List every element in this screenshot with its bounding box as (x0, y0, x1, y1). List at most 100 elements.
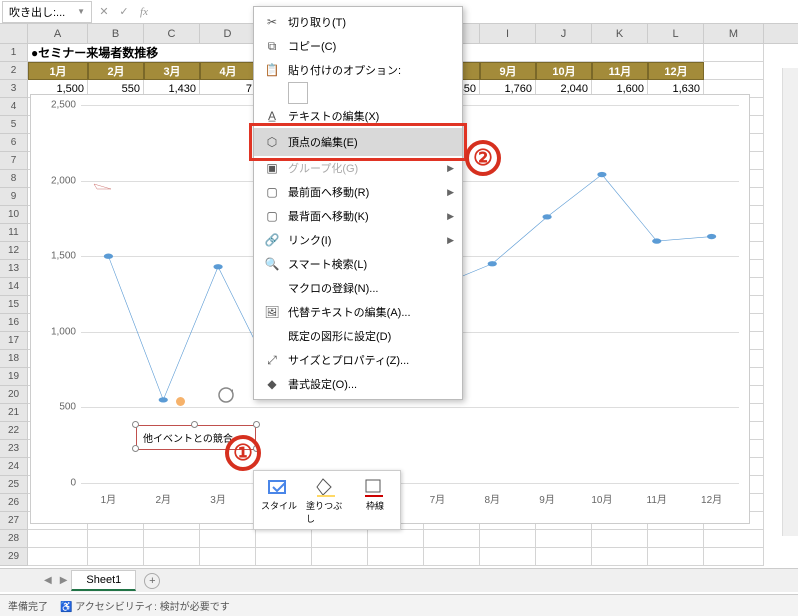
cell[interactable] (480, 548, 536, 566)
row-header[interactable]: 26 (0, 494, 28, 512)
col-M[interactable]: M (704, 24, 764, 43)
row-header[interactable]: 14 (0, 278, 28, 296)
month-header[interactable]: 1月 (28, 62, 88, 80)
cell[interactable] (256, 530, 312, 548)
cell[interactable] (424, 530, 480, 548)
col-D[interactable]: D (200, 24, 256, 43)
cell[interactable] (88, 548, 144, 566)
cell[interactable] (536, 548, 592, 566)
cell[interactable] (648, 548, 704, 566)
cell[interactable] (368, 548, 424, 566)
vertical-scrollbar[interactable] (782, 68, 798, 536)
ctx-bring-front[interactable]: ▢最前面へ移動(R)▶ (254, 180, 462, 204)
month-header[interactable]: 2月 (88, 62, 144, 80)
row-header[interactable]: 4 (0, 98, 28, 116)
cell[interactable] (88, 530, 144, 548)
month-header[interactable]: 4月 (200, 62, 256, 80)
mini-outline[interactable]: 枠線 (354, 475, 396, 525)
rotate-handle[interactable] (216, 385, 236, 405)
row-header[interactable]: 2 (0, 62, 28, 80)
add-sheet-button[interactable]: + (144, 573, 160, 589)
row-header[interactable]: 1 (0, 44, 28, 62)
cell[interactable] (704, 530, 764, 548)
cell[interactable] (648, 530, 704, 548)
cell[interactable] (200, 548, 256, 566)
row-header[interactable]: 28 (0, 530, 28, 548)
ctx-format-shape[interactable]: ◆書式設定(O)... (254, 372, 462, 396)
adjust-handle[interactable] (176, 397, 185, 406)
row-header[interactable]: 24 (0, 458, 28, 476)
ctx-edit-points[interactable]: ⬡頂点の編集(E) (254, 128, 462, 156)
row-header[interactable]: 22 (0, 422, 28, 440)
resize-handle[interactable] (191, 421, 198, 428)
col-L[interactable]: L (648, 24, 704, 43)
row-header[interactable]: 29 (0, 548, 28, 566)
name-box[interactable]: 吹き出し:...▼ (2, 1, 92, 23)
row-header[interactable]: 15 (0, 296, 28, 314)
ctx-link[interactable]: 🔗リンク(I)▶ (254, 228, 462, 252)
cell[interactable] (144, 548, 200, 566)
month-header[interactable]: 12月 (648, 62, 704, 80)
col-A[interactable]: A (28, 24, 88, 43)
cell[interactable] (480, 530, 536, 548)
cell[interactable] (592, 530, 648, 548)
month-header[interactable]: 10月 (536, 62, 592, 80)
month-header[interactable]: 11月 (592, 62, 648, 80)
row-header[interactable]: 18 (0, 350, 28, 368)
col-I[interactable]: I (480, 24, 536, 43)
row-header[interactable]: 9 (0, 188, 28, 206)
resize-handle[interactable] (132, 421, 139, 428)
cell[interactable] (424, 548, 480, 566)
cell[interactable] (200, 530, 256, 548)
row-header[interactable]: 25 (0, 476, 28, 494)
row-header[interactable]: 16 (0, 314, 28, 332)
row-header[interactable]: 17 (0, 332, 28, 350)
row-header[interactable]: 23 (0, 440, 28, 458)
ctx-alt-text[interactable]: 🖼代替テキストの編集(A)... (254, 300, 462, 324)
ctx-smart-lookup[interactable]: 🔍スマート検索(L) (254, 252, 462, 276)
cell[interactable] (144, 530, 200, 548)
row-header[interactable]: 3 (0, 80, 28, 98)
cell[interactable] (312, 548, 368, 566)
month-header[interactable]: 3月 (144, 62, 200, 80)
ctx-set-default[interactable]: 既定の図形に設定(D) (254, 324, 462, 348)
resize-handle[interactable] (253, 421, 260, 428)
row-header[interactable]: 6 (0, 134, 28, 152)
cell[interactable] (536, 530, 592, 548)
ctx-send-back[interactable]: ▢最背面へ移動(K)▶ (254, 204, 462, 228)
col-J[interactable]: J (536, 24, 592, 43)
ctx-assign-macro[interactable]: マクロの登録(N)... (254, 276, 462, 300)
row-header[interactable]: 5 (0, 116, 28, 134)
tab-nav-next[interactable]: ▶ (60, 575, 68, 586)
row-header[interactable]: 20 (0, 386, 28, 404)
col-K[interactable]: K (592, 24, 648, 43)
ctx-cut[interactable]: ✂切り取り(T) (254, 10, 462, 34)
row-header[interactable]: 10 (0, 206, 28, 224)
row-header[interactable]: 13 (0, 260, 28, 278)
row-header[interactable]: 21 (0, 404, 28, 422)
row-header[interactable]: 8 (0, 170, 28, 188)
ctx-copy[interactable]: ⧉コピー(C) (254, 34, 462, 58)
cell[interactable] (704, 548, 764, 566)
tab-nav-prev[interactable]: ◀ (44, 575, 52, 586)
mini-style[interactable]: スタイル (258, 475, 300, 525)
ctx-size-props[interactable]: ⤢サイズとプロパティ(Z)... (254, 348, 462, 372)
col-B[interactable]: B (88, 24, 144, 43)
accessibility-status[interactable]: ♿ アクセシビリティ: 検討が必要です (60, 598, 230, 613)
row-header[interactable]: 12 (0, 242, 28, 260)
row-header[interactable]: 19 (0, 368, 28, 386)
month-header[interactable]: 9月 (480, 62, 536, 80)
cell[interactable] (312, 530, 368, 548)
cell[interactable] (368, 530, 424, 548)
cell[interactable] (256, 548, 312, 566)
row-header[interactable]: 27 (0, 512, 28, 530)
fx-icon[interactable]: fx (134, 6, 154, 18)
col-C[interactable]: C (144, 24, 200, 43)
cell[interactable] (28, 548, 88, 566)
row-header[interactable]: 7 (0, 152, 28, 170)
row-header[interactable]: 11 (0, 224, 28, 242)
resize-handle[interactable] (132, 445, 139, 452)
mini-fill[interactable]: 塗りつぶし (306, 475, 348, 525)
sheet-tab-sheet1[interactable]: Sheet1 (71, 570, 136, 591)
cell[interactable] (592, 548, 648, 566)
